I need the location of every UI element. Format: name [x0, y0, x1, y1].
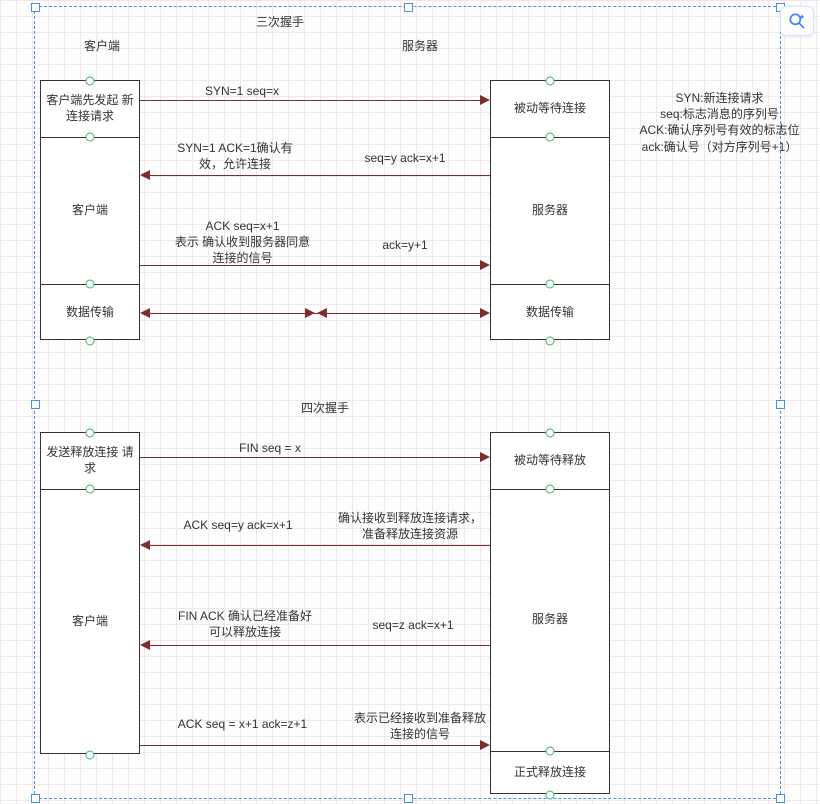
tw-a3-label-left: ACK seq=x+1 表示 确认收到服务器同意 连接的信号	[150, 218, 335, 267]
search-sparkle-icon	[787, 11, 807, 31]
fw-a3-label-right: seq=z ack=x+1	[348, 617, 478, 633]
tw-data-mid-l	[317, 308, 327, 318]
tw-data-mid-r	[305, 308, 315, 318]
tw-data-head-l	[140, 308, 150, 318]
fw-a1-label: FIN seq = x	[200, 440, 340, 456]
tw-a1-head	[480, 95, 490, 105]
fw-server-state-1: 被动等待释放	[491, 433, 609, 489]
header-server-1: 服务器	[380, 38, 460, 54]
fw-a1-line	[140, 457, 480, 458]
tw-a1-line	[140, 100, 480, 101]
sel-handle-sw[interactable]	[31, 794, 40, 803]
fw-a4-label-left: ACK seq = x+1 ack=z+1	[150, 716, 335, 732]
fw-client-state-1: 发送释放连接 请求	[41, 433, 139, 489]
tw-a3-head	[480, 260, 490, 270]
tw-client-state-1: 客户端先发起 新连接请求	[41, 81, 139, 137]
fw-a4-line	[140, 745, 480, 746]
fw-a3-label-left: FIN ACK 确认已经准备好 可以释放连接	[155, 608, 335, 640]
fw-a2-head	[140, 540, 150, 550]
fw-a4-label-right: 表示已经接收到准备释放 连接的信号	[335, 710, 505, 742]
tw-data-head-r	[480, 308, 490, 318]
tw-a3-line	[140, 265, 480, 266]
tw-server-state-2: 服务器	[491, 137, 609, 284]
tw-client-state-3: 数据传输	[41, 284, 139, 341]
fw-server-state-2: 服务器	[491, 489, 609, 751]
sel-handle-w[interactable]	[31, 400, 40, 409]
tw-a2-head	[140, 170, 150, 180]
sel-handle-n[interactable]	[404, 3, 413, 12]
fw-a3-head	[140, 640, 150, 650]
tw-a2-label-left: SYN=1 ACK=1确认有 效，允许连接	[150, 140, 320, 172]
sel-handle-se[interactable]	[776, 794, 785, 803]
fw-server-state-3: 正式释放连接	[491, 751, 609, 795]
three-way-server-box[interactable]: 被动等待连接 服务器 数据传输	[490, 80, 610, 340]
diagram-canvas[interactable]: 三次握手 客户端 服务器 SYN:新连接请求 seq:标志消息的序列号 ACK:…	[0, 0, 820, 804]
four-way-client-box[interactable]: 发送释放连接 请求 客户端	[40, 432, 140, 754]
tw-server-state-1: 被动等待连接	[491, 81, 609, 137]
sel-handle-e[interactable]	[776, 400, 785, 409]
fw-a2-line	[150, 545, 490, 546]
legend-text: SYN:新连接请求 seq:标志消息的序列号 ACK:确认序列号有效的标志位 a…	[622, 90, 817, 155]
tw-a3-label-right: ack=y+1	[355, 237, 455, 253]
four-way-server-box[interactable]: 被动等待释放 服务器 正式释放连接	[490, 432, 610, 794]
fw-client-state-2: 客户端	[41, 489, 139, 755]
fw-a2-label-right: 确认接收到释放连接请求， 准备释放连接资源	[325, 510, 495, 542]
tw-server-state-3: 数据传输	[491, 284, 609, 341]
title-three-way: 三次握手	[230, 14, 330, 30]
tw-a1-label: SYN=1 seq=x	[162, 83, 322, 99]
tw-a2-line	[150, 175, 490, 176]
fw-a3-line	[150, 645, 490, 646]
tw-client-state-2: 客户端	[41, 137, 139, 284]
sel-handle-nw[interactable]	[31, 3, 40, 12]
title-four-way: 四次握手	[275, 400, 375, 416]
three-way-client-box[interactable]: 客户端先发起 新连接请求 客户端 数据传输	[40, 80, 140, 340]
sel-handle-s[interactable]	[404, 794, 413, 803]
fw-a2-label-left: ACK seq=y ack=x+1	[153, 517, 323, 533]
tw-data-line	[150, 313, 480, 314]
ai-lens-button[interactable]	[780, 6, 814, 36]
tw-a2-label-right: seq=y ack=x+1	[340, 150, 470, 166]
fw-a4-head	[480, 740, 490, 750]
header-client-1: 客户端	[62, 38, 142, 54]
fw-a1-head	[480, 452, 490, 462]
